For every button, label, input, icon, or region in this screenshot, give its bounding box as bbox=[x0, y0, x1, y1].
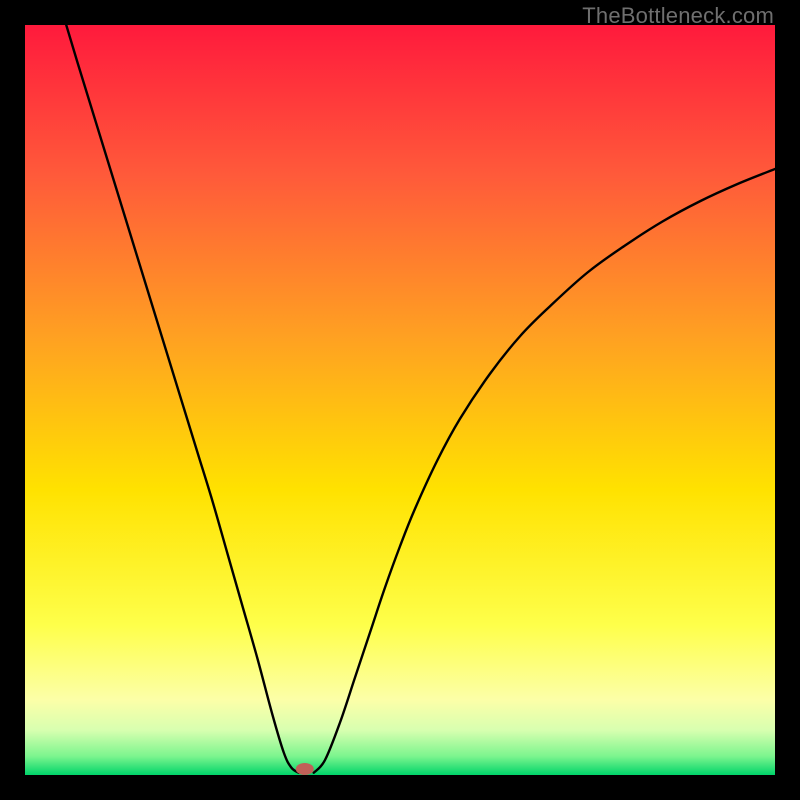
plot-area bbox=[25, 25, 775, 775]
optimal-point-marker bbox=[296, 763, 314, 775]
watermark-text: TheBottleneck.com bbox=[582, 3, 774, 29]
bottleneck-chart bbox=[25, 25, 775, 775]
chart-background bbox=[25, 25, 775, 775]
page-root: TheBottleneck.com bbox=[0, 0, 800, 800]
plot-frame bbox=[25, 25, 775, 775]
